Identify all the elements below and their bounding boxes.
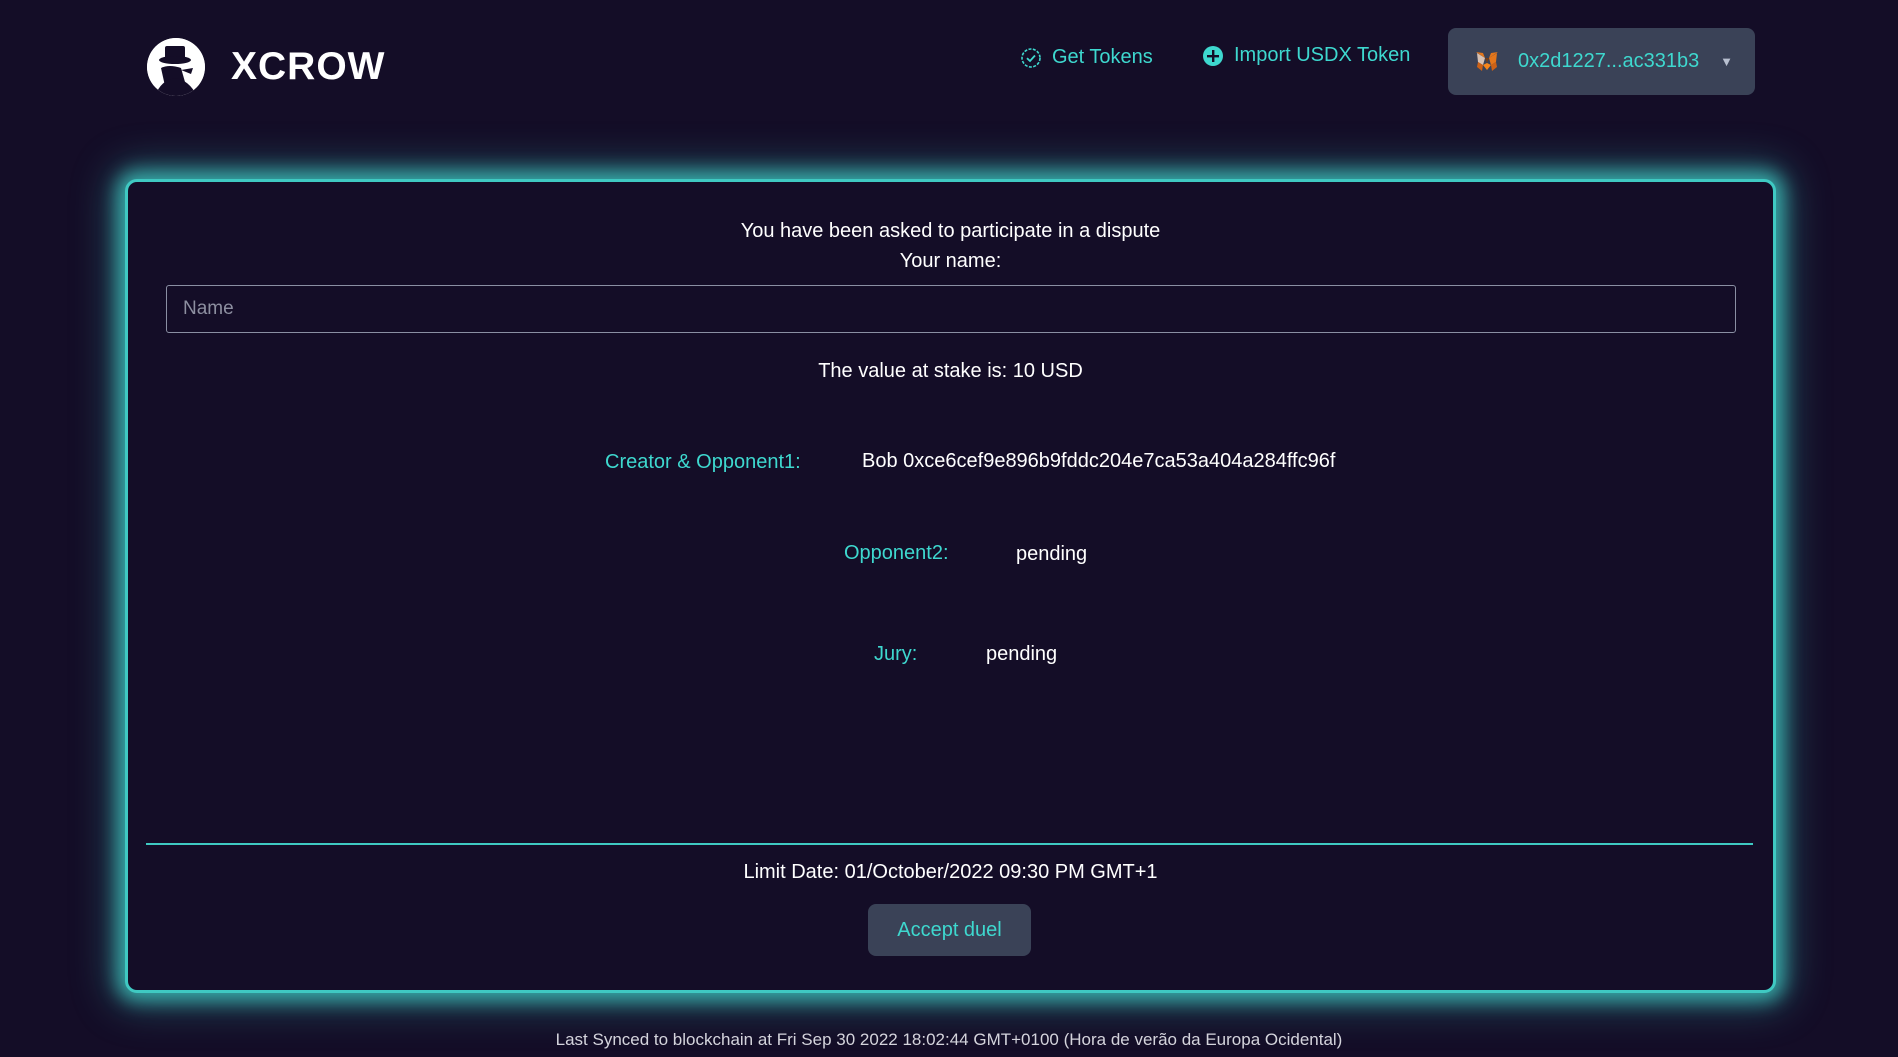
dispute-intro: You have been asked to participate in a …	[740, 220, 1161, 242]
import-token-label: Import USDX Token	[1234, 44, 1411, 66]
opponent2-label: Opponent2:	[844, 542, 949, 564]
opponent2-value: pending	[1016, 543, 1088, 565]
name-input[interactable]	[166, 285, 1736, 333]
creator-value-row: Bob 0xce6cef9e896b9fddc204e7ca53a404a284…	[862, 450, 1335, 473]
stake-value: The value at stake is: 10 USD	[818, 360, 1083, 382]
get-tokens-link[interactable]: Get Tokens	[1020, 46, 1153, 69]
plus-circle-icon	[1202, 45, 1224, 67]
sync-status: Last Synced to blockchain at Fri Sep 30 …	[555, 1030, 1343, 1049]
creator-value: Bob 0xce6cef9e896b9fddc204e7ca53a404a284…	[862, 450, 1336, 472]
name-prompt: Your name:	[899, 250, 1002, 272]
opponent2-value-row: pending	[1016, 543, 1087, 566]
brand-name: XCROW	[231, 45, 386, 88]
accept-duel-button[interactable]: Accept duel	[868, 904, 1031, 956]
jury-value: pending	[986, 643, 1058, 665]
caret-down-icon: ▼	[1720, 54, 1733, 69]
wallet-address: 0x2d1227...ac331b3	[1518, 50, 1700, 72]
divider	[146, 843, 1753, 845]
brand[interactable]: XCROW	[147, 38, 386, 96]
check-circle-icon	[1020, 47, 1042, 69]
wallet-button[interactable]: 0x2d1227...ac331b3 ▼	[1448, 28, 1755, 95]
metamask-fox-icon	[1474, 50, 1500, 74]
opponent2-row: Opponent2:	[844, 542, 949, 565]
creator-label: Creator & Opponent1:	[605, 451, 801, 473]
detective-hat-logo-icon	[147, 38, 205, 96]
dispute-card: You have been asked to participate in a …	[125, 179, 1776, 993]
jury-row: Jury:	[874, 643, 917, 666]
creator-row: Creator & Opponent1:	[605, 451, 801, 474]
top-navigation: XCROW Get Tokens Import USDX Token 0x2d1…	[0, 0, 1898, 130]
get-tokens-label: Get Tokens	[1052, 46, 1153, 68]
limit-date: Limit Date: 01/October/2022 09:30 PM GMT…	[743, 861, 1158, 883]
jury-value-row: pending	[986, 643, 1057, 666]
jury-label: Jury:	[874, 643, 918, 665]
import-token-link[interactable]: Import USDX Token	[1202, 44, 1410, 67]
